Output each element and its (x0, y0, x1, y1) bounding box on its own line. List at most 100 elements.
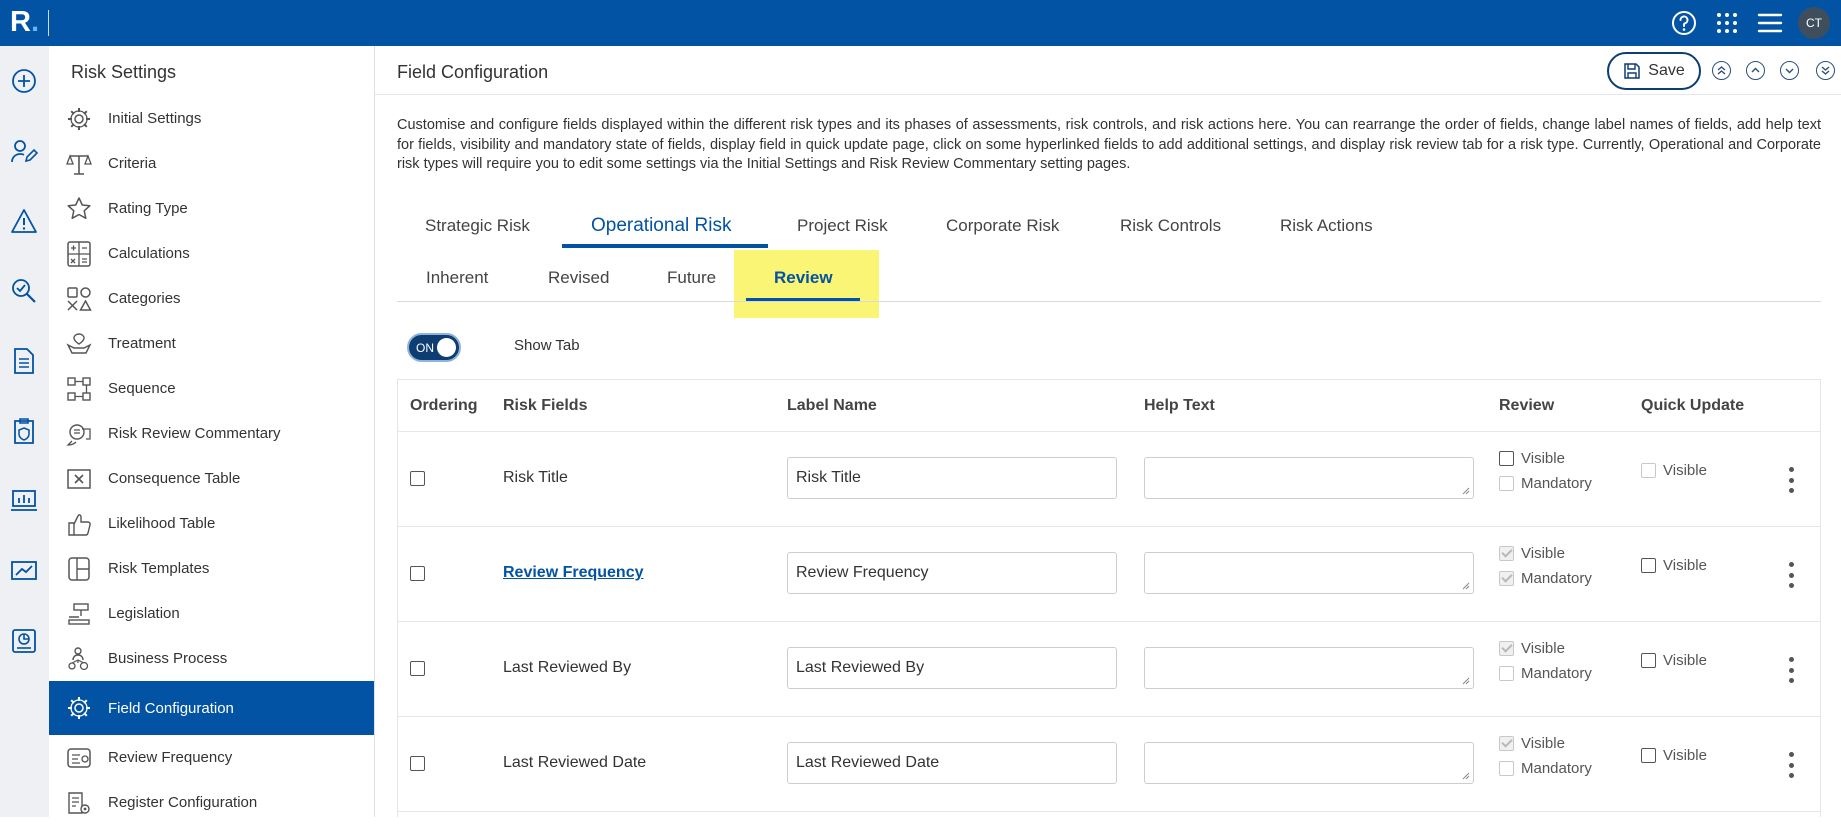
ordering-checkbox[interactable] (410, 661, 425, 676)
more-options-icon[interactable] (1788, 467, 1794, 493)
sidebar-item-label: Business Process (108, 650, 228, 667)
user-avatar[interactable]: CT (1798, 7, 1830, 39)
trend-chart-icon[interactable] (9, 556, 39, 586)
sidebar-item-label: Initial Settings (108, 110, 202, 127)
search-check-icon[interactable] (9, 276, 39, 306)
review-visible-checkbox[interactable] (1499, 641, 1514, 656)
visible-label: Visible (1521, 450, 1565, 467)
user-edit-icon[interactable] (9, 136, 39, 166)
calculator-icon (64, 240, 94, 268)
shield-document-icon[interactable] (9, 416, 39, 446)
tab-risk-actions[interactable]: Risk Actions (1280, 216, 1373, 236)
help-text-input[interactable] (1144, 552, 1474, 594)
mandatory-label: Mandatory (1521, 475, 1592, 492)
sidebar-item-rating-type[interactable]: Rating Type (49, 186, 374, 231)
report-icon[interactable] (9, 626, 39, 656)
quick-update-visible-checkbox[interactable] (1641, 748, 1656, 763)
toggle-knob (437, 338, 456, 357)
save-icon (1624, 63, 1641, 79)
sidebar-item-categories[interactable]: Categories (49, 276, 374, 321)
add-icon[interactable] (9, 66, 39, 96)
review-visible-checkbox[interactable] (1499, 736, 1514, 751)
quick-update-visible-checkbox[interactable] (1641, 653, 1656, 668)
page-title: Field Configuration (397, 62, 549, 82)
sidebar-item-field-configuration[interactable]: Field Configuration (49, 681, 374, 735)
sidebar-item-initial-settings[interactable]: Initial Settings (49, 96, 374, 141)
help-icon[interactable] (1668, 7, 1700, 39)
label-name-input[interactable] (787, 742, 1117, 784)
sidebar-item-likelihood-table[interactable]: Likelihood Table (49, 501, 374, 546)
tab-operational-risk[interactable]: Operational Risk (591, 215, 731, 237)
sidebar-item-business-process[interactable]: Business Process (49, 636, 374, 681)
tab-project-risk[interactable]: Project Risk (797, 216, 888, 236)
table-row: Risk Title Visible Mandatory Visible (398, 432, 1820, 527)
sidebar-item-register-configuration[interactable]: Register Configuration (49, 780, 374, 825)
sidebar-item-label: Register Configuration (108, 794, 258, 811)
header-quick-update: Quick Update (1641, 397, 1745, 414)
app-logo[interactable]: R. (10, 6, 39, 39)
sidebar-item-label: Rating Type (108, 200, 188, 217)
chevron-up-icon[interactable] (1746, 61, 1765, 80)
risk-field-name: Risk Title (503, 469, 568, 486)
mandatory-label: Mandatory (1521, 665, 1592, 682)
dashboard-icon[interactable] (9, 486, 39, 516)
ordering-checkbox[interactable] (410, 756, 425, 771)
subtab-inherent[interactable]: Inherent (426, 268, 488, 288)
save-button[interactable]: Save (1607, 52, 1701, 90)
sidebar-item-risk-review-commentary[interactable]: Risk Review Commentary (49, 411, 374, 456)
sidebar-item-criteria[interactable]: Criteria (49, 141, 374, 186)
star-icon (64, 195, 94, 223)
sidebar-item-legislation[interactable]: Legislation (49, 591, 374, 636)
review-frequency-icon (64, 744, 94, 772)
quick-update-visible-checkbox[interactable] (1641, 558, 1656, 573)
apps-grid-icon[interactable] (1711, 7, 1743, 39)
warning-icon[interactable] (9, 206, 39, 236)
sidebar-item-sequence[interactable]: Sequence (49, 366, 374, 411)
top-bar: R. CT (0, 0, 1841, 46)
table-row: Last Reviewed By Visible Mandatory Visib… (398, 622, 1820, 717)
sidebar-item-treatment[interactable]: Treatment (49, 321, 374, 366)
review-mandatory-checkbox[interactable] (1499, 476, 1514, 491)
ordering-checkbox[interactable] (410, 566, 425, 581)
subtab-review[interactable]: Review (774, 268, 833, 288)
help-text-input[interactable] (1144, 457, 1474, 499)
review-mandatory-checkbox[interactable] (1499, 666, 1514, 681)
review-visible-checkbox[interactable] (1499, 546, 1514, 561)
tab-corporate-risk[interactable]: Corporate Risk (946, 216, 1059, 236)
page-description: Customise and configure fields displayed… (397, 117, 1821, 172)
help-text-input[interactable] (1144, 647, 1474, 689)
expand-all-icon[interactable] (1816, 61, 1835, 80)
help-text-input[interactable] (1144, 742, 1474, 784)
tab-risk-controls[interactable]: Risk Controls (1120, 216, 1221, 236)
menu-icon[interactable] (1754, 7, 1786, 39)
ordering-checkbox[interactable] (410, 471, 425, 486)
sidebar-item-consequence-table[interactable]: Consequence Table (49, 456, 374, 501)
resize-grip-icon (1462, 677, 1470, 685)
sidebar-item-calculations[interactable]: Calculations (49, 231, 374, 276)
sidebar-item-risk-templates[interactable]: Risk Templates (49, 546, 374, 591)
review-mandatory-checkbox[interactable] (1499, 761, 1514, 776)
tab-strategic-risk[interactable]: Strategic Risk (425, 216, 530, 236)
quick-update-visible-checkbox[interactable] (1641, 463, 1656, 478)
more-options-icon[interactable] (1788, 562, 1794, 588)
collapse-all-icon[interactable] (1712, 61, 1731, 80)
label-name-input[interactable] (787, 647, 1117, 689)
table-header: Ordering Risk Fields Label Name Help Tex… (398, 380, 1820, 432)
review-mandatory-checkbox[interactable] (1499, 571, 1514, 586)
show-tab-toggle[interactable]: ON (407, 333, 461, 362)
subtab-revised[interactable]: Revised (548, 268, 609, 288)
label-name-input[interactable] (787, 457, 1117, 499)
more-options-icon[interactable] (1788, 657, 1794, 683)
header-ordering: Ordering (410, 397, 478, 414)
sidebar-item-review-frequency[interactable]: Review Frequency (49, 735, 374, 780)
main-content: Field Configuration Save Customise and c… (375, 46, 1841, 817)
sequence-icon (64, 375, 94, 403)
risk-field-link[interactable]: Review Frequency (503, 564, 644, 582)
label-name-input[interactable] (787, 552, 1117, 594)
subtab-future[interactable]: Future (667, 268, 716, 288)
review-visible-checkbox[interactable] (1499, 451, 1514, 466)
document-icon[interactable] (9, 346, 39, 376)
chevron-down-icon[interactable] (1780, 61, 1799, 80)
left-rail (0, 46, 49, 817)
more-options-icon[interactable] (1788, 752, 1794, 778)
